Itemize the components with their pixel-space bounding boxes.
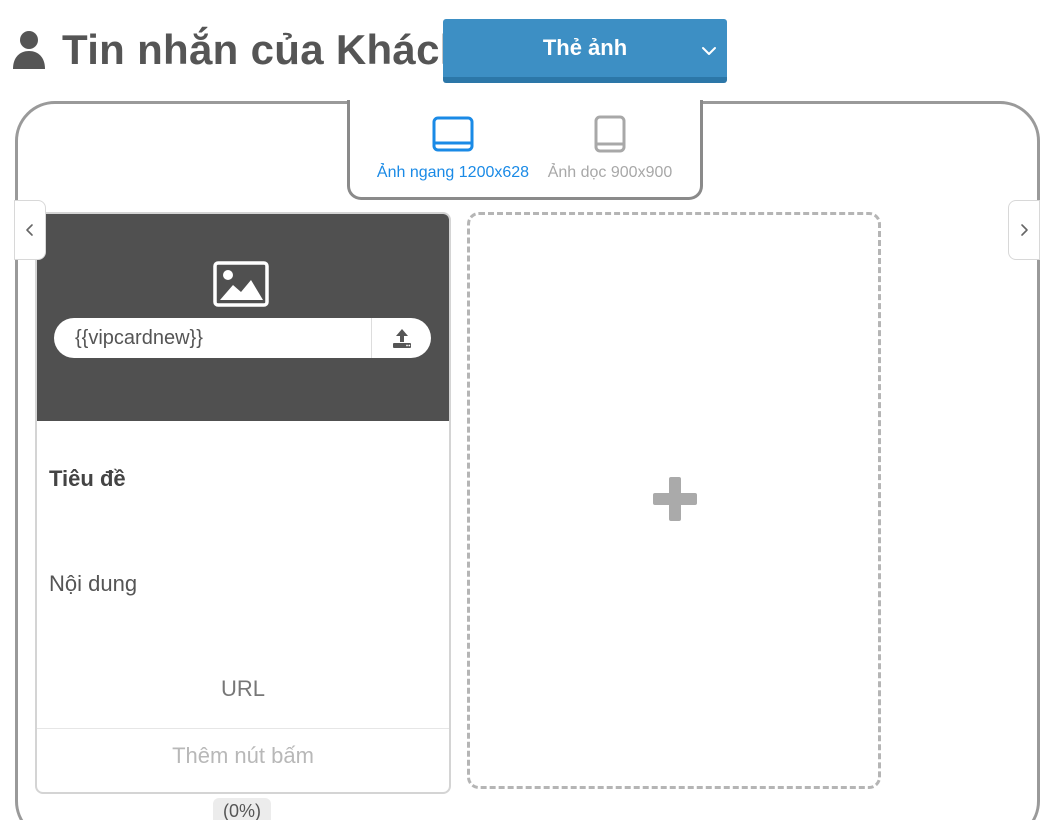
orientation-tabs: Ảnh ngang 1200x628 Ảnh dọc 900x900 <box>347 100 703 200</box>
page-title: Tin nhắn của Khách <box>62 26 466 73</box>
carousel-next-button[interactable] <box>1008 200 1040 260</box>
image-url-field <box>54 318 431 358</box>
upload-button[interactable] <box>371 318 431 358</box>
tab-landscape[interactable]: Ảnh ngang 1200x628 <box>368 100 538 197</box>
user-icon <box>12 30 46 70</box>
progress-badge: (0%) <box>213 798 271 820</box>
tab-portrait[interactable]: Ảnh dọc 900x900 <box>540 100 680 197</box>
chevron-left-icon <box>23 223 37 237</box>
carousel-prev-button[interactable] <box>14 200 46 260</box>
plus-icon <box>653 477 697 521</box>
card-divider <box>37 728 449 729</box>
card-type-selected-label: Thẻ ảnh <box>542 35 628 60</box>
card-image-area[interactable] <box>37 214 449 421</box>
add-card-button[interactable] <box>467 212 881 789</box>
image-card: Tiêu đề Nội dung URL Thêm nút bấm <box>35 212 451 794</box>
upload-icon <box>390 326 414 350</box>
tab-portrait-label: Ảnh dọc 900x900 <box>547 164 673 181</box>
add-button[interactable]: Thêm nút bấm <box>37 743 449 769</box>
page-header: Tin nhắn của Khách <box>12 18 466 82</box>
chevron-down-icon <box>699 41 719 61</box>
chevron-right-icon <box>1017 223 1031 237</box>
landscape-icon <box>432 114 474 154</box>
card-type-dropdown[interactable]: Thẻ ảnh <box>443 19 727 83</box>
card-content[interactable]: Nội dung <box>49 571 137 597</box>
portrait-icon <box>594 114 626 154</box>
image-url-input[interactable] <box>54 318 371 358</box>
card-title[interactable]: Tiêu đề <box>49 466 126 492</box>
tab-landscape-label: Ảnh ngang 1200x628 <box>376 164 530 181</box>
card-url[interactable]: URL <box>37 676 449 702</box>
image-placeholder-icon <box>213 261 269 307</box>
